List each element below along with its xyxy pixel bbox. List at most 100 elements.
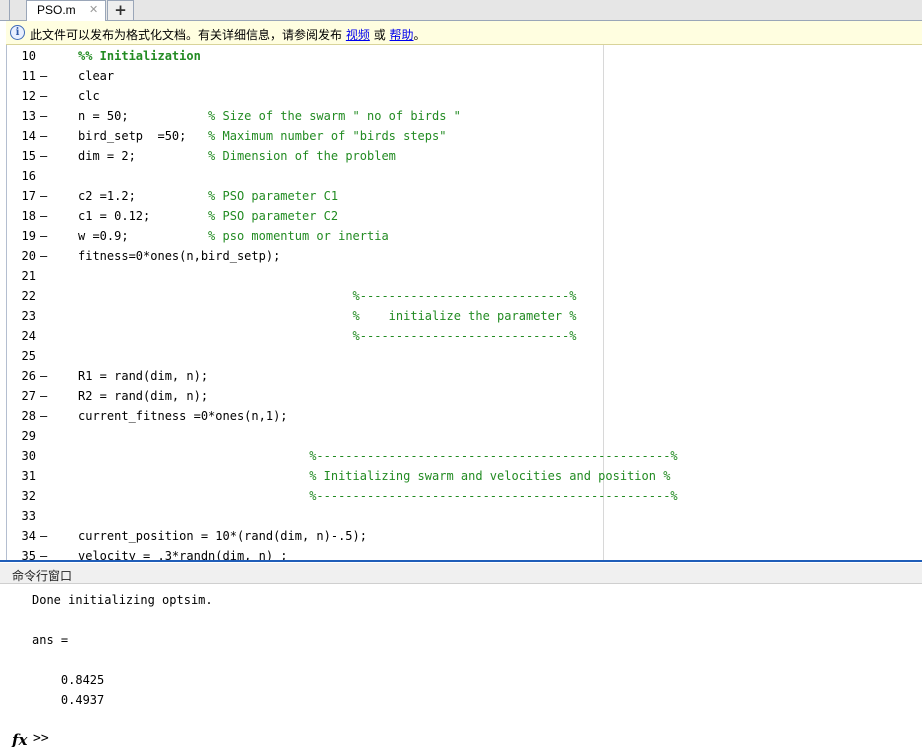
code-text: %% Initialization xyxy=(78,46,201,66)
code-line[interactable]: 17– c2 =1.2; % PSO parameter C1 xyxy=(7,186,917,206)
info-icon: i xyxy=(10,25,25,40)
breakpoint-marker[interactable]: – xyxy=(40,526,47,546)
code-line[interactable]: 24 %-----------------------------% xyxy=(7,326,917,346)
video-link[interactable]: 视频 xyxy=(346,28,370,42)
breakpoint-marker[interactable]: – xyxy=(40,146,47,166)
fx-icon[interactable]: fx xyxy=(12,731,27,747)
code-text: % Initializing swarm and velocities and … xyxy=(78,466,670,486)
code-statement: R2 = rand(dim, n); xyxy=(78,389,209,403)
code-statement: clear xyxy=(78,69,115,83)
editor-focus-border xyxy=(0,560,922,562)
line-number: 26 xyxy=(21,369,36,383)
line-number: 30 xyxy=(21,449,36,463)
tab-pso-m[interactable]: PSO.m ✕ xyxy=(26,0,106,21)
code-line[interactable]: 28– current_fitness =0*ones(n,1); xyxy=(7,406,917,426)
code-text: %---------------------------------------… xyxy=(78,486,677,506)
line-number: 33 xyxy=(21,509,36,523)
breakpoint-marker[interactable]: – xyxy=(40,186,47,206)
code-line[interactable]: 23 % initialize the parameter % xyxy=(7,306,917,326)
code-line[interactable]: 21 xyxy=(7,266,917,286)
code-comment: %-----------------------------% xyxy=(352,289,577,303)
code-line[interactable]: 33 xyxy=(7,506,917,526)
code-text: clc xyxy=(78,86,100,106)
command-output-line: ans = xyxy=(32,633,69,647)
close-icon[interactable]: ✕ xyxy=(89,3,98,16)
code-line[interactable]: 16 xyxy=(7,166,917,186)
info-end: 。 xyxy=(413,28,426,42)
breakpoint-marker[interactable]: – xyxy=(40,86,47,106)
code-text: %-----------------------------% xyxy=(78,326,577,346)
line-number: 13 xyxy=(21,109,36,123)
code-line[interactable]: 27– R2 = rand(dim, n); xyxy=(7,386,917,406)
line-number: 22 xyxy=(21,289,36,303)
breakpoint-marker[interactable]: – xyxy=(40,246,47,266)
code-statement xyxy=(78,289,353,303)
code-line[interactable]: 13– n = 50; % Size of the swarm " no of b… xyxy=(7,106,917,126)
breakpoint-marker[interactable]: – xyxy=(40,106,47,126)
line-number: 19 xyxy=(21,229,36,243)
code-line[interactable]: 12– clc xyxy=(7,86,917,106)
code-text: R2 = rand(dim, n); xyxy=(78,386,208,406)
line-number: 29 xyxy=(21,429,36,443)
code-line[interactable]: 34– current_position = 10*(rand(dim, n)-.… xyxy=(7,526,917,546)
code-text: dim = 2; % Dimension of the problem xyxy=(78,146,396,166)
line-number: 14 xyxy=(21,129,36,143)
code-statement: c2 =1.2; xyxy=(78,189,209,203)
line-number: 31 xyxy=(21,469,36,483)
code-line[interactable]: 18– c1 = 0.12; % PSO parameter C2 xyxy=(7,206,917,226)
code-line[interactable]: 10 %% Initialization xyxy=(7,46,917,66)
code-comment: % Size of the swarm " no of birds " xyxy=(208,109,461,123)
code-comment: % Dimension of the problem xyxy=(208,149,396,163)
code-text: velocity = .3*randn(dim, n) ; xyxy=(78,546,288,561)
line-number: 23 xyxy=(21,309,36,323)
code-line[interactable]: 35– velocity = .3*randn(dim, n) ; xyxy=(7,546,917,561)
code-line[interactable]: 15– dim = 2; % Dimension of the problem xyxy=(7,146,917,166)
code-line[interactable]: 19– w =0.9; % pso momentum or inertia xyxy=(7,226,917,246)
editor-tab-bar: PSO.m ✕ + xyxy=(0,0,922,21)
breakpoint-marker[interactable]: – xyxy=(40,126,47,146)
breakpoint-marker[interactable]: – xyxy=(40,226,47,246)
publish-info-bar: i 此文件可以发布为格式化文档。有关详细信息，请参阅发布 视频 或 帮助。 xyxy=(6,21,922,45)
breakpoint-marker[interactable]: – xyxy=(40,366,47,386)
code-statement xyxy=(78,309,353,323)
new-tab-button[interactable]: + xyxy=(107,0,134,20)
code-line[interactable]: 25 xyxy=(7,346,917,366)
command-prompt[interactable]: >> xyxy=(33,731,49,746)
line-number: 17 xyxy=(21,189,36,203)
breakpoint-marker[interactable]: – xyxy=(40,66,47,86)
cell-title: %% Initialization xyxy=(78,49,201,63)
code-line[interactable]: 31 % Initializing swarm and velocities a… xyxy=(7,466,917,486)
code-text: R1 = rand(dim, n); xyxy=(78,366,208,386)
command-window-header: 命令行窗口 xyxy=(0,563,922,584)
code-line[interactable]: 22 %-----------------------------% xyxy=(7,286,917,306)
info-message: 此文件可以发布为格式化文档。有关详细信息，请参阅发布 视频 或 帮助。 xyxy=(30,26,426,43)
breakpoint-marker[interactable]: – xyxy=(40,406,47,426)
code-line[interactable]: 29 xyxy=(7,426,917,446)
code-comment: %-----------------------------% xyxy=(352,329,577,343)
code-statement xyxy=(78,469,309,483)
code-text: %-----------------------------% xyxy=(78,286,577,306)
code-statement xyxy=(78,329,353,343)
command-window[interactable]: fx >> Done initializing optsim. ans = 0.8… xyxy=(0,585,922,747)
breakpoint-marker[interactable]: – xyxy=(40,546,47,561)
code-line[interactable]: 14– bird_setp =50; % Maximum number of "b… xyxy=(7,126,917,146)
code-text: clear xyxy=(78,66,114,86)
code-statement: fitness=0*ones(n,bird_setp); xyxy=(78,249,281,263)
code-comment: % initialize the parameter % xyxy=(352,309,577,323)
code-text: n = 50; % Size of the swarm " no of bird… xyxy=(78,106,461,126)
breakpoint-marker[interactable]: – xyxy=(40,386,47,406)
code-line[interactable]: 11– clear xyxy=(7,66,917,86)
code-line[interactable]: 30 %------------------------------------… xyxy=(7,446,917,466)
code-comment: % Maximum number of "birds steps" xyxy=(208,129,447,143)
help-link[interactable]: 帮助 xyxy=(390,28,414,42)
code-statement xyxy=(78,449,309,463)
code-line[interactable]: 26– R1 = rand(dim, n); xyxy=(7,366,917,386)
code-editor[interactable]: 10%% Initialization 11– clear 12– clc 13– n = … xyxy=(6,45,922,561)
code-statement: dim = 2; xyxy=(78,149,209,163)
code-comment: % pso momentum or inertia xyxy=(208,229,389,243)
command-output-line: 0.4937 xyxy=(32,693,105,707)
code-line[interactable]: 20– fitness=0*ones(n,bird_setp); xyxy=(7,246,917,266)
line-number: 12 xyxy=(21,89,36,103)
code-line[interactable]: 32 %------------------------------------… xyxy=(7,486,917,506)
breakpoint-marker[interactable]: – xyxy=(40,206,47,226)
